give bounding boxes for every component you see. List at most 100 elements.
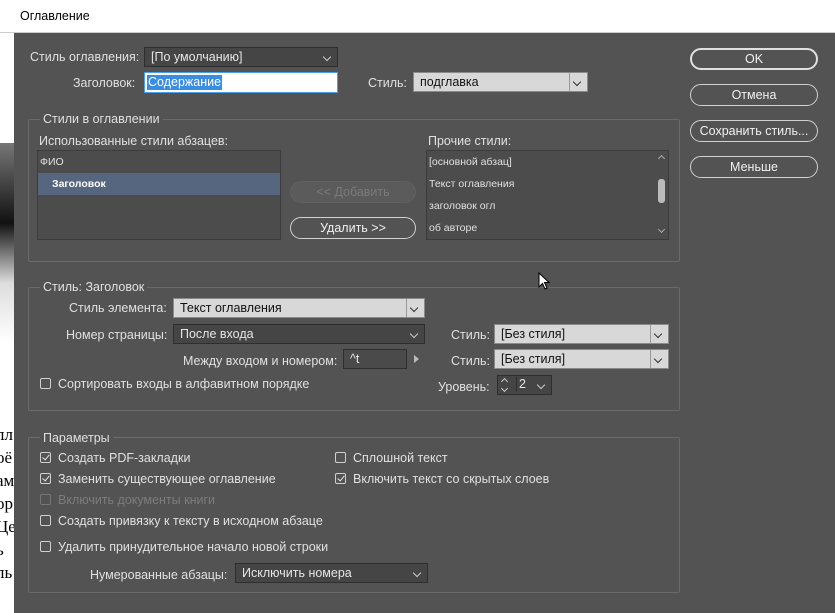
page-number-dropdown[interactable]: После входа: [173, 324, 425, 344]
list-item[interactable]: заголовок огл: [427, 195, 495, 217]
heading-style-label: Стиль:: [368, 76, 408, 90]
options-group-title: Параметры: [40, 431, 113, 445]
chevron-down-icon: [653, 354, 663, 364]
dropdown-arrow: [650, 350, 668, 368]
list-item[interactable]: об авторе: [427, 217, 477, 239]
dropdown-arrow: [650, 325, 668, 343]
background-photo: [0, 143, 14, 343]
chevron-down-icon: [412, 568, 422, 578]
window-title: Оглавление: [20, 9, 90, 23]
chevron-down-icon: [409, 329, 419, 339]
background-text-line: ор: [0, 494, 13, 513]
remove-style-button[interactable]: Удалить >>: [290, 217, 416, 239]
toc-style-value: [По умолчанию]: [151, 50, 243, 64]
ok-button[interactable]: OK: [690, 48, 818, 70]
other-styles-label: Прочие стили:: [428, 134, 512, 148]
page-number-style-value: [Без стиля]: [501, 327, 566, 341]
dropdown-arrow: [407, 325, 424, 343]
add-style-button[interactable]: << Добавить: [290, 181, 416, 203]
between-entry-label: Между входом и номером:: [183, 354, 338, 368]
level-value: 2: [516, 377, 526, 391]
between-entry-input[interactable]: ^t: [343, 349, 407, 369]
heading-label: Заголовок:: [73, 76, 136, 90]
dropdown-arrow: [406, 299, 424, 317]
replace-existing-checkbox[interactable]: [40, 473, 51, 484]
scroll-up-icon[interactable]: [657, 154, 666, 163]
scroll-down-icon[interactable]: [657, 225, 666, 234]
page-number-style-dropdown[interactable]: [Без стиля]: [494, 324, 669, 344]
title-bar: Оглавление: [0, 0, 835, 33]
include-hidden-layers-checkbox[interactable]: [335, 473, 346, 484]
heading-style-dropdown[interactable]: подглавка: [413, 72, 588, 92]
between-style-label: Стиль:: [451, 354, 491, 368]
background-text-line: ам: [0, 471, 14, 490]
level-stepper[interactable]: 2: [497, 375, 552, 395]
chevron-down-icon: [572, 77, 582, 87]
page-number-value: После входа: [180, 327, 254, 341]
background-text-line: ль: [0, 563, 13, 582]
mouse-cursor-icon: [538, 272, 550, 290]
dropdown-arrow: [569, 73, 587, 91]
list-item-selected[interactable]: Заголовок: [38, 173, 280, 195]
sort-alphabetical-checkbox[interactable]: [40, 378, 51, 389]
toc-style-label: Стиль оглавления:: [30, 50, 140, 64]
used-styles-label: Использованные стили абзацев:: [39, 134, 229, 148]
dropdown-arrow: [410, 564, 427, 582]
page-number-style-label: Стиль:: [451, 328, 491, 342]
pdf-bookmarks-label: Создать PDF-закладки: [58, 451, 191, 465]
heading-value: Содержание: [147, 75, 223, 90]
numbered-paragraphs-value: Исключить номера: [242, 566, 352, 580]
sort-alphabetical-label: Сортировать входы в алфавитном порядке: [58, 377, 310, 391]
chevron-down-icon: [536, 380, 546, 390]
run-in-checkbox[interactable]: [335, 452, 346, 463]
numbered-paragraphs-dropdown[interactable]: Исключить номера: [235, 563, 428, 583]
toc-dialog: Стиль оглавления: [По умолчанию] Заголов…: [14, 33, 835, 613]
run-in-label: Сплошной текст: [353, 451, 448, 465]
include-book-checkbox[interactable]: [40, 494, 51, 505]
remove-forced-break-checkbox[interactable]: [40, 541, 51, 552]
scrollbar-thumb[interactable]: [658, 179, 665, 203]
include-book-label: Включить документы книги: [58, 493, 216, 507]
dropdown-arrow: [320, 48, 337, 66]
create-anchor-checkbox[interactable]: [40, 515, 51, 526]
background-text-line: оё: [0, 448, 13, 467]
numbered-paragraphs-label: Нумерованные абзацы:: [90, 568, 228, 582]
create-anchor-label: Создать привязку к тексту в исходном абз…: [58, 514, 323, 528]
background-document: лл оё ам ор Це ь ль: [0, 33, 14, 613]
used-styles-list[interactable]: ФИО Заголовок: [37, 150, 281, 240]
toc-style-dropdown[interactable]: [По умолчанию]: [144, 47, 338, 67]
remove-forced-break-label: Удалить принудительное начало новой стро…: [58, 540, 329, 554]
include-hidden-layers-label: Включить текст со скрытых слоев: [353, 472, 550, 486]
list-item[interactable]: ФИО: [38, 151, 280, 173]
entry-style-value: Текст оглавления: [180, 301, 282, 315]
cancel-button[interactable]: Отмена: [690, 84, 818, 106]
between-style-value: [Без стиля]: [501, 352, 566, 366]
between-entry-value: ^t: [350, 352, 360, 366]
style-group-title: Стиль: Заголовок: [40, 280, 148, 294]
save-style-button[interactable]: Сохранить стиль...: [690, 120, 818, 142]
list-item[interactable]: [основной абзац]: [427, 151, 512, 173]
background-text-line: лл: [0, 425, 13, 444]
background-text-line: Це: [0, 517, 14, 536]
page-number-label: Номер страницы:: [66, 328, 168, 342]
entry-style-label: Стиль элемента:: [69, 301, 167, 315]
between-style-dropdown[interactable]: [Без стиля]: [494, 349, 669, 369]
dropdown-arrow: [534, 376, 551, 394]
heading-input[interactable]: Содержание: [144, 72, 338, 93]
level-label: Уровень:: [438, 380, 490, 394]
chevron-down-icon: [322, 52, 332, 62]
chevron-down-icon: [409, 303, 419, 313]
special-chars-arrow-icon[interactable]: [414, 355, 419, 363]
pdf-bookmarks-checkbox[interactable]: [40, 452, 51, 463]
scrollbar[interactable]: [656, 151, 668, 239]
heading-style-value: подглавка: [420, 75, 479, 89]
level-down-icon[interactable]: [500, 384, 509, 393]
list-item[interactable]: Текст оглавления: [427, 173, 514, 195]
entry-style-dropdown[interactable]: Текст оглавления: [173, 298, 425, 318]
other-styles-list[interactable]: [основной абзац] Текст оглавления заголо…: [426, 150, 669, 240]
replace-existing-label: Заменить существующее оглавление: [58, 472, 276, 486]
styles-group-title: Стили в оглавлении: [40, 112, 163, 126]
background-text-line: ь: [0, 538, 4, 562]
chevron-down-icon: [653, 329, 663, 339]
fewer-options-button[interactable]: Меньше: [690, 156, 818, 178]
